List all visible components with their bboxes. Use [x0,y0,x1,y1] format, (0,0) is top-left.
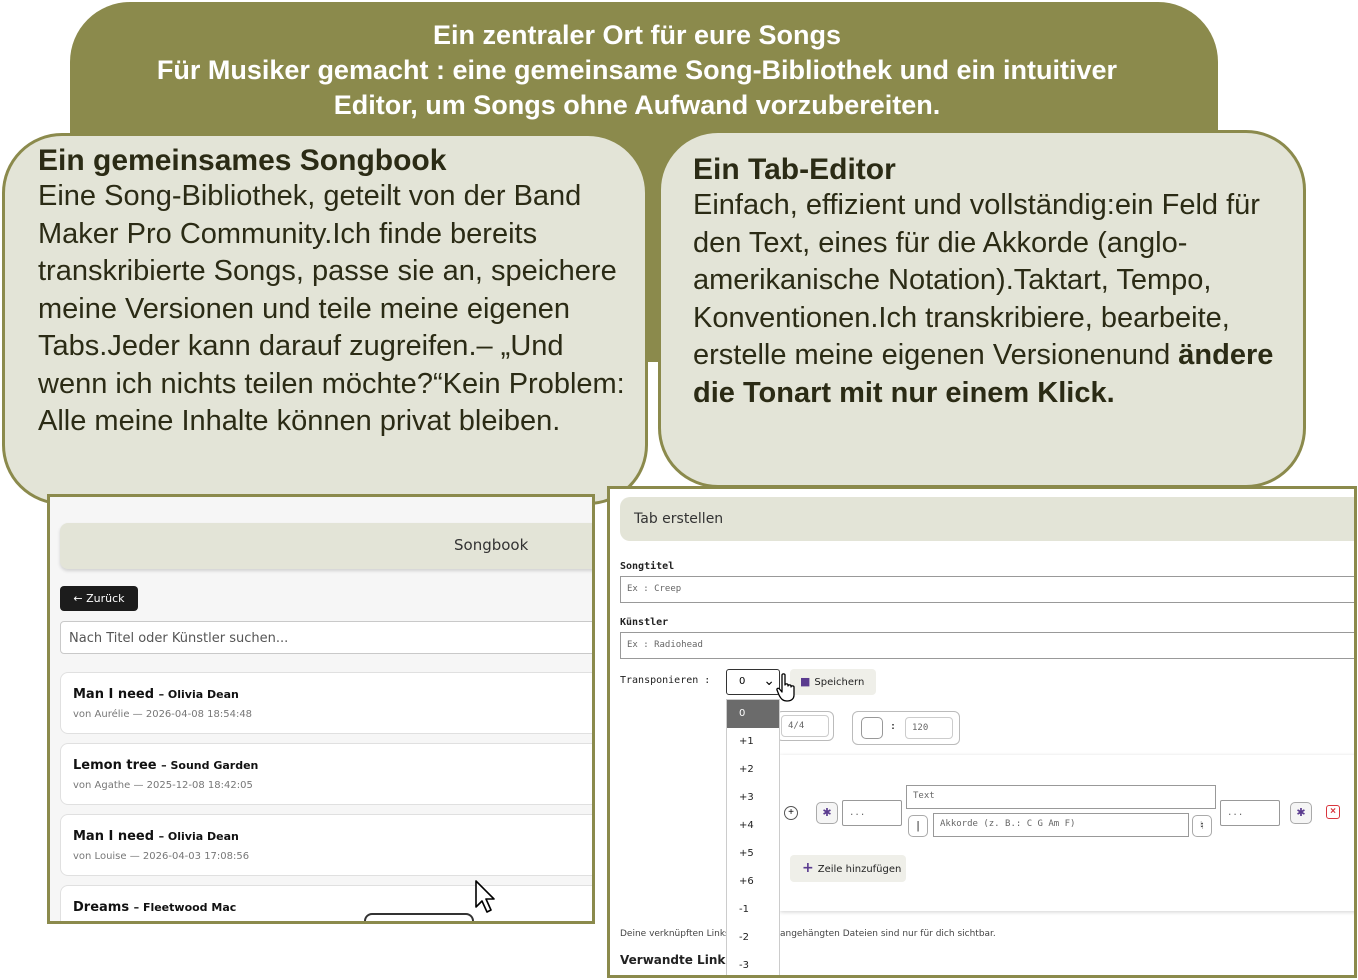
tempo-separator: : [890,721,897,732]
songbook-header: Songbook [60,523,592,569]
song-artist: – Olivia Dean [158,688,239,701]
songtitle-label: Songtitel [620,561,675,572]
search-input[interactable]: Nach Titel oder Künstler suchen... [60,621,592,654]
artist-input[interactable]: Ex : Radiohead [620,632,1354,659]
sharp-flat-button[interactable]: ♮ [1192,815,1212,837]
transpose-option[interactable]: +4 [727,812,779,840]
song-list-item[interactable]: Man I need – Olivia Dean von Louise — 20… [60,814,592,876]
tempo-box: : 120 [852,711,960,745]
back-button[interactable]: ← Zurück [60,586,138,611]
banner-text: Ein zentraler Ort für eure Songs Für Mus… [100,18,1174,123]
song-artist: – Fleetwood Mac [133,901,237,914]
tab-editor-header-title: Tab erstellen [634,511,724,527]
bar-separator-button[interactable]: | [908,815,928,837]
song-name: Dreams [73,900,130,915]
time-signature-box: 4/4 [776,711,834,741]
mouse-pointer-icon [475,880,495,913]
songbook-card-body: Eine Song-Bibliothek, geteilt von der Ba… [38,180,625,437]
banner-line-3: Editor, um Songs ohne Aufwand vorzuberei… [333,90,941,120]
floppy-disk-icon: ■ [800,675,811,688]
tab-editor-card-body: Einfach, effizient und vollständig:ein F… [693,187,1293,412]
bar-input-right[interactable]: ... [1220,800,1280,826]
transpose-dropdown: 0 +1 +2 +3 +4 +5 +6 -1 -2 -3 [726,699,780,975]
song-name: Lemon tree [73,758,157,773]
artist-label: Künstler [620,617,669,628]
song-title: Dreams – Fleetwood Mac [73,900,236,915]
metronome-toggle[interactable] [861,717,883,739]
song-meta: von Aurélie — 2026-04-08 18:54:48 [73,709,253,720]
songbook-header-title: Songbook [454,536,529,554]
song-list-item[interactable]: Lemon tree – Sound Garden von Agathe — 2… [60,743,592,805]
transpose-option[interactable]: 0 [727,700,779,728]
add-row-button[interactable]: + Zeile hinzufügen [790,855,906,882]
tab-editor-card-text: Einfach, effizient und vollständig:ein F… [693,189,1260,371]
footnote-left: Deine verknüpften Links [620,929,730,939]
songbook-screenshot: Songbook ← Zurück Nach Titel oder Künstl… [47,494,595,924]
song-name: Man I need [73,687,155,702]
hand-pointer-icon [776,673,795,702]
bug-icon[interactable]: ✱ [1290,802,1312,824]
banner-line-1: Ein zentraler Ort für eure Songs [432,20,842,50]
save-button[interactable]: ■ Speichern [790,669,876,695]
songbook-card-title: Ein gemeinsames Songbook [38,144,447,177]
song-artist: – Olivia Dean [158,830,239,843]
songbook-feature-card: Ein gemeinsames Songbook Eine Song-Bibli… [2,133,648,505]
tab-editor-card-title: Ein Tab-Editor [693,153,896,186]
banner-line-2: Für Musiker gemacht : eine gemeinsame So… [156,55,1118,85]
transpose-option[interactable]: -2 [727,924,779,952]
chevron-down-icon: ⌄ [763,673,775,689]
transpose-label: Transponieren : [620,675,711,686]
transpose-option[interactable]: +6 [727,868,779,896]
song-list-item[interactable]: Dreams – Fleetwood Mac [60,885,592,921]
song-title: Lemon tree – Sound Garden [73,758,258,773]
transpose-option[interactable]: +2 [727,756,779,784]
add-row-label: Zeile hinzufügen [817,864,902,875]
song-artist: – Sound Garden [161,759,259,772]
tab-editor-feature-card: Ein Tab-Editor Einfach, effizient und vo… [658,130,1306,488]
chords-input[interactable]: Akkorde (z. B.: C G Am F) [933,813,1189,837]
lyrics-input[interactable]: Text [906,785,1216,809]
song-meta: von Agathe — 2025-12-08 18:42:05 [73,780,253,791]
song-title: Man I need – Olivia Dean [73,829,239,844]
plus-icon: + [802,860,814,876]
songtitle-input[interactable]: Ex : Creep [620,576,1354,603]
song-list-item[interactable]: Man I need – Olivia Dean von Aurélie — 2… [60,672,592,734]
transpose-option[interactable]: +1 [727,728,779,756]
time-signature-input[interactable]: 4/4 [781,715,829,737]
transpose-option[interactable]: -3 [727,952,779,975]
transpose-option[interactable]: -1 [727,896,779,924]
transpose-option[interactable]: +5 [727,840,779,868]
transpose-value: 0 [739,676,746,687]
tab-editor-screenshot: Tab erstellen Songtitel Ex : Creep Künst… [607,486,1357,978]
footnote-right: angehängten Dateien sind nur für dich si… [780,929,996,939]
transpose-option[interactable]: +3 [727,784,779,812]
song-meta: von Louise — 2026-04-03 17:08:56 [73,851,250,862]
song-name: Man I need [73,829,155,844]
bar-input-left[interactable]: ... [842,800,902,826]
delete-row-icon[interactable]: × [1326,805,1340,819]
transpose-select[interactable]: 0 ⌄ [726,669,780,695]
related-links-title: Verwandte Links [620,953,733,967]
floating-button[interactable] [364,913,474,921]
tab-editor-header: Tab erstellen [620,497,1354,541]
song-title: Man I need – Olivia Dean [73,687,239,702]
drag-handle-icon[interactable]: + [784,806,798,820]
bug-icon[interactable]: ✱ [816,802,838,824]
tempo-input[interactable]: 120 [905,717,953,739]
save-label: Speichern [814,677,865,688]
